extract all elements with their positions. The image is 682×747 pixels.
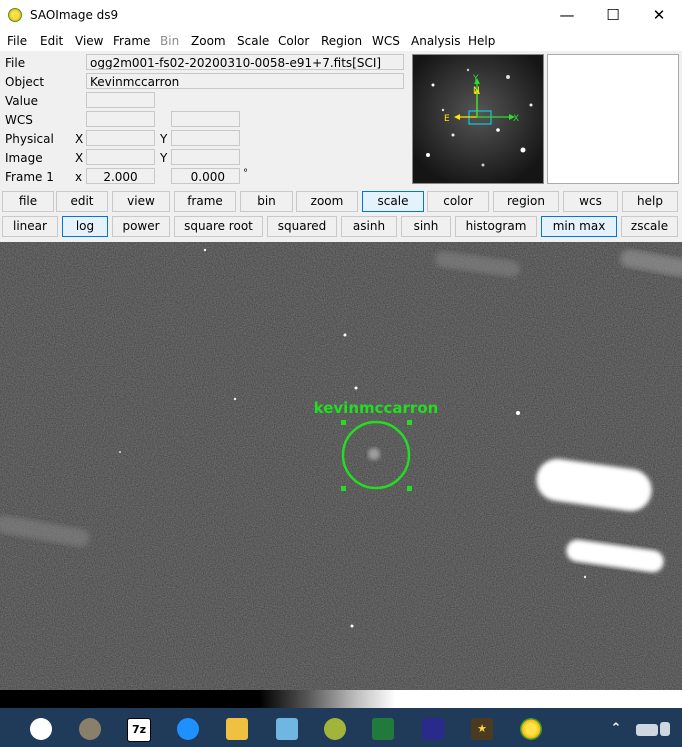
fits-image: kevinmccarron bbox=[0, 242, 682, 690]
menu-edit[interactable]: Edit bbox=[40, 34, 63, 48]
btn-bin[interactable]: bin bbox=[240, 191, 293, 212]
physical-x-field bbox=[86, 130, 155, 146]
panner-north-label: N bbox=[473, 86, 480, 96]
ds9-app-icon bbox=[8, 8, 22, 22]
panner-y-label: Y bbox=[472, 74, 479, 84]
menu-wcs[interactable]: WCS bbox=[372, 34, 400, 48]
battery-icon[interactable] bbox=[636, 724, 658, 736]
btn-region[interactable]: region bbox=[493, 191, 559, 212]
menu-view[interactable]: View bbox=[75, 34, 103, 48]
window-title: SAOImage ds9 bbox=[30, 8, 119, 22]
btn-scale[interactable]: scale bbox=[362, 191, 424, 212]
btn-scale-sinh[interactable]: sinh bbox=[401, 216, 451, 237]
astro-app-icon[interactable] bbox=[422, 718, 444, 740]
btn-color[interactable]: color bbox=[427, 191, 489, 212]
angle-field: 0.000 bbox=[171, 168, 240, 184]
image-label: Image bbox=[5, 151, 43, 165]
btn-file[interactable]: file bbox=[2, 191, 54, 212]
spreadsheet-app-icon[interactable] bbox=[372, 718, 394, 740]
dragon-app-icon[interactable] bbox=[79, 718, 101, 740]
image-x-label: X bbox=[75, 151, 84, 165]
btn-edit[interactable]: edit bbox=[56, 191, 108, 212]
menu-file[interactable]: File bbox=[7, 34, 27, 48]
wcs-y-field bbox=[171, 111, 240, 127]
menu-zoom[interactable]: Zoom bbox=[191, 34, 226, 48]
object-label: Object bbox=[5, 75, 45, 89]
btn-scale-power[interactable]: power bbox=[112, 216, 170, 237]
magnifier bbox=[547, 54, 679, 184]
menu-color[interactable]: Color bbox=[278, 34, 309, 48]
menu-help[interactable]: Help bbox=[468, 34, 495, 48]
7zip-icon[interactable]: 7z bbox=[127, 718, 151, 742]
physical-x-label: X bbox=[75, 132, 84, 146]
panner[interactable]: N E X Y bbox=[412, 54, 544, 184]
region-handle bbox=[341, 420, 346, 425]
value-field bbox=[86, 92, 155, 108]
physical-label: Physical bbox=[5, 132, 54, 146]
btn-help[interactable]: help bbox=[622, 191, 678, 212]
btn-scale-asinh[interactable]: asinh bbox=[341, 216, 397, 237]
object-field: Kevinmccarron bbox=[86, 73, 404, 89]
frame-label: Frame 1 bbox=[5, 170, 54, 184]
btn-frame[interactable]: frame bbox=[174, 191, 236, 212]
image-x-field bbox=[86, 149, 155, 165]
file-label: File bbox=[5, 56, 26, 70]
file-field: ogg2m001-fs02-20200310-0058-e91+7.fits[S… bbox=[86, 54, 404, 70]
btn-scale-histogram[interactable]: histogram bbox=[455, 216, 537, 237]
angle-degree-label: ° bbox=[243, 168, 248, 179]
physical-y-label: Y bbox=[160, 132, 168, 146]
ds9-taskbar-icon[interactable] bbox=[520, 718, 542, 740]
close-icon[interactable]: ✕ bbox=[636, 0, 682, 31]
region-handle bbox=[407, 420, 412, 425]
maximize-icon[interactable]: ☐ bbox=[590, 0, 636, 31]
btn-wcs[interactable]: wcs bbox=[563, 191, 618, 212]
wcs-x-field bbox=[86, 111, 155, 127]
image-y-field bbox=[171, 149, 240, 165]
menu-frame[interactable]: Frame bbox=[113, 34, 150, 48]
menu-bar: File Edit View Frame Bin Zoom Scale Colo… bbox=[0, 31, 682, 51]
button-bar-main: file edit view frame bin zoom scale colo… bbox=[0, 190, 682, 214]
network-icon[interactable] bbox=[660, 722, 670, 736]
edge-browser-icon[interactable] bbox=[177, 718, 199, 740]
menu-region[interactable]: Region bbox=[321, 34, 362, 48]
panner-thumbnail: N E X Y bbox=[413, 55, 543, 183]
btn-scale-minmax[interactable]: min max bbox=[541, 216, 617, 237]
btn-zoom[interactable]: zoom bbox=[296, 191, 358, 212]
title-bar: SAOImage ds9 — ☐ ✕ bbox=[0, 0, 682, 31]
btn-scale-linear[interactable]: linear bbox=[2, 216, 58, 237]
image-canvas[interactable]: kevinmccarron bbox=[0, 242, 682, 690]
menu-analysis[interactable]: Analysis bbox=[411, 34, 460, 48]
file-explorer-icon[interactable] bbox=[226, 718, 248, 740]
panner-x-label: X bbox=[513, 114, 519, 124]
minimize-icon[interactable]: — bbox=[544, 0, 590, 31]
button-bar-scale: linear log power square root squared asi… bbox=[0, 215, 682, 239]
btn-scale-square-root[interactable]: square root bbox=[174, 216, 263, 237]
panner-east-label: E bbox=[444, 114, 450, 124]
taskbar: 7z ★ ⌃ bbox=[0, 708, 682, 747]
value-label: Value bbox=[5, 94, 38, 108]
btn-view[interactable]: view bbox=[112, 191, 170, 212]
physical-y-field bbox=[171, 130, 240, 146]
region-handle bbox=[407, 486, 412, 491]
region-handle bbox=[341, 486, 346, 491]
wcs-label: WCS bbox=[5, 113, 33, 127]
menu-scale[interactable]: Scale bbox=[237, 34, 269, 48]
zoom-x-label: x bbox=[75, 170, 83, 184]
btn-scale-squared[interactable]: squared bbox=[267, 216, 337, 237]
clock-app-icon[interactable] bbox=[30, 718, 52, 740]
gimp-app-icon[interactable] bbox=[324, 718, 346, 740]
star-app-icon[interactable]: ★ bbox=[471, 718, 493, 740]
notes-app-icon[interactable] bbox=[276, 718, 298, 740]
btn-scale-log[interactable]: log bbox=[62, 216, 108, 237]
colorbar[interactable] bbox=[0, 690, 682, 708]
zoom-field: 2.000 bbox=[86, 168, 155, 184]
menu-bin: Bin bbox=[160, 34, 180, 48]
btn-scale-zscale[interactable]: zscale bbox=[621, 216, 678, 237]
region-label: kevinmccarron bbox=[314, 399, 439, 417]
image-y-label: Y bbox=[160, 151, 168, 165]
chevron-up-icon[interactable]: ⌃ bbox=[605, 718, 627, 740]
